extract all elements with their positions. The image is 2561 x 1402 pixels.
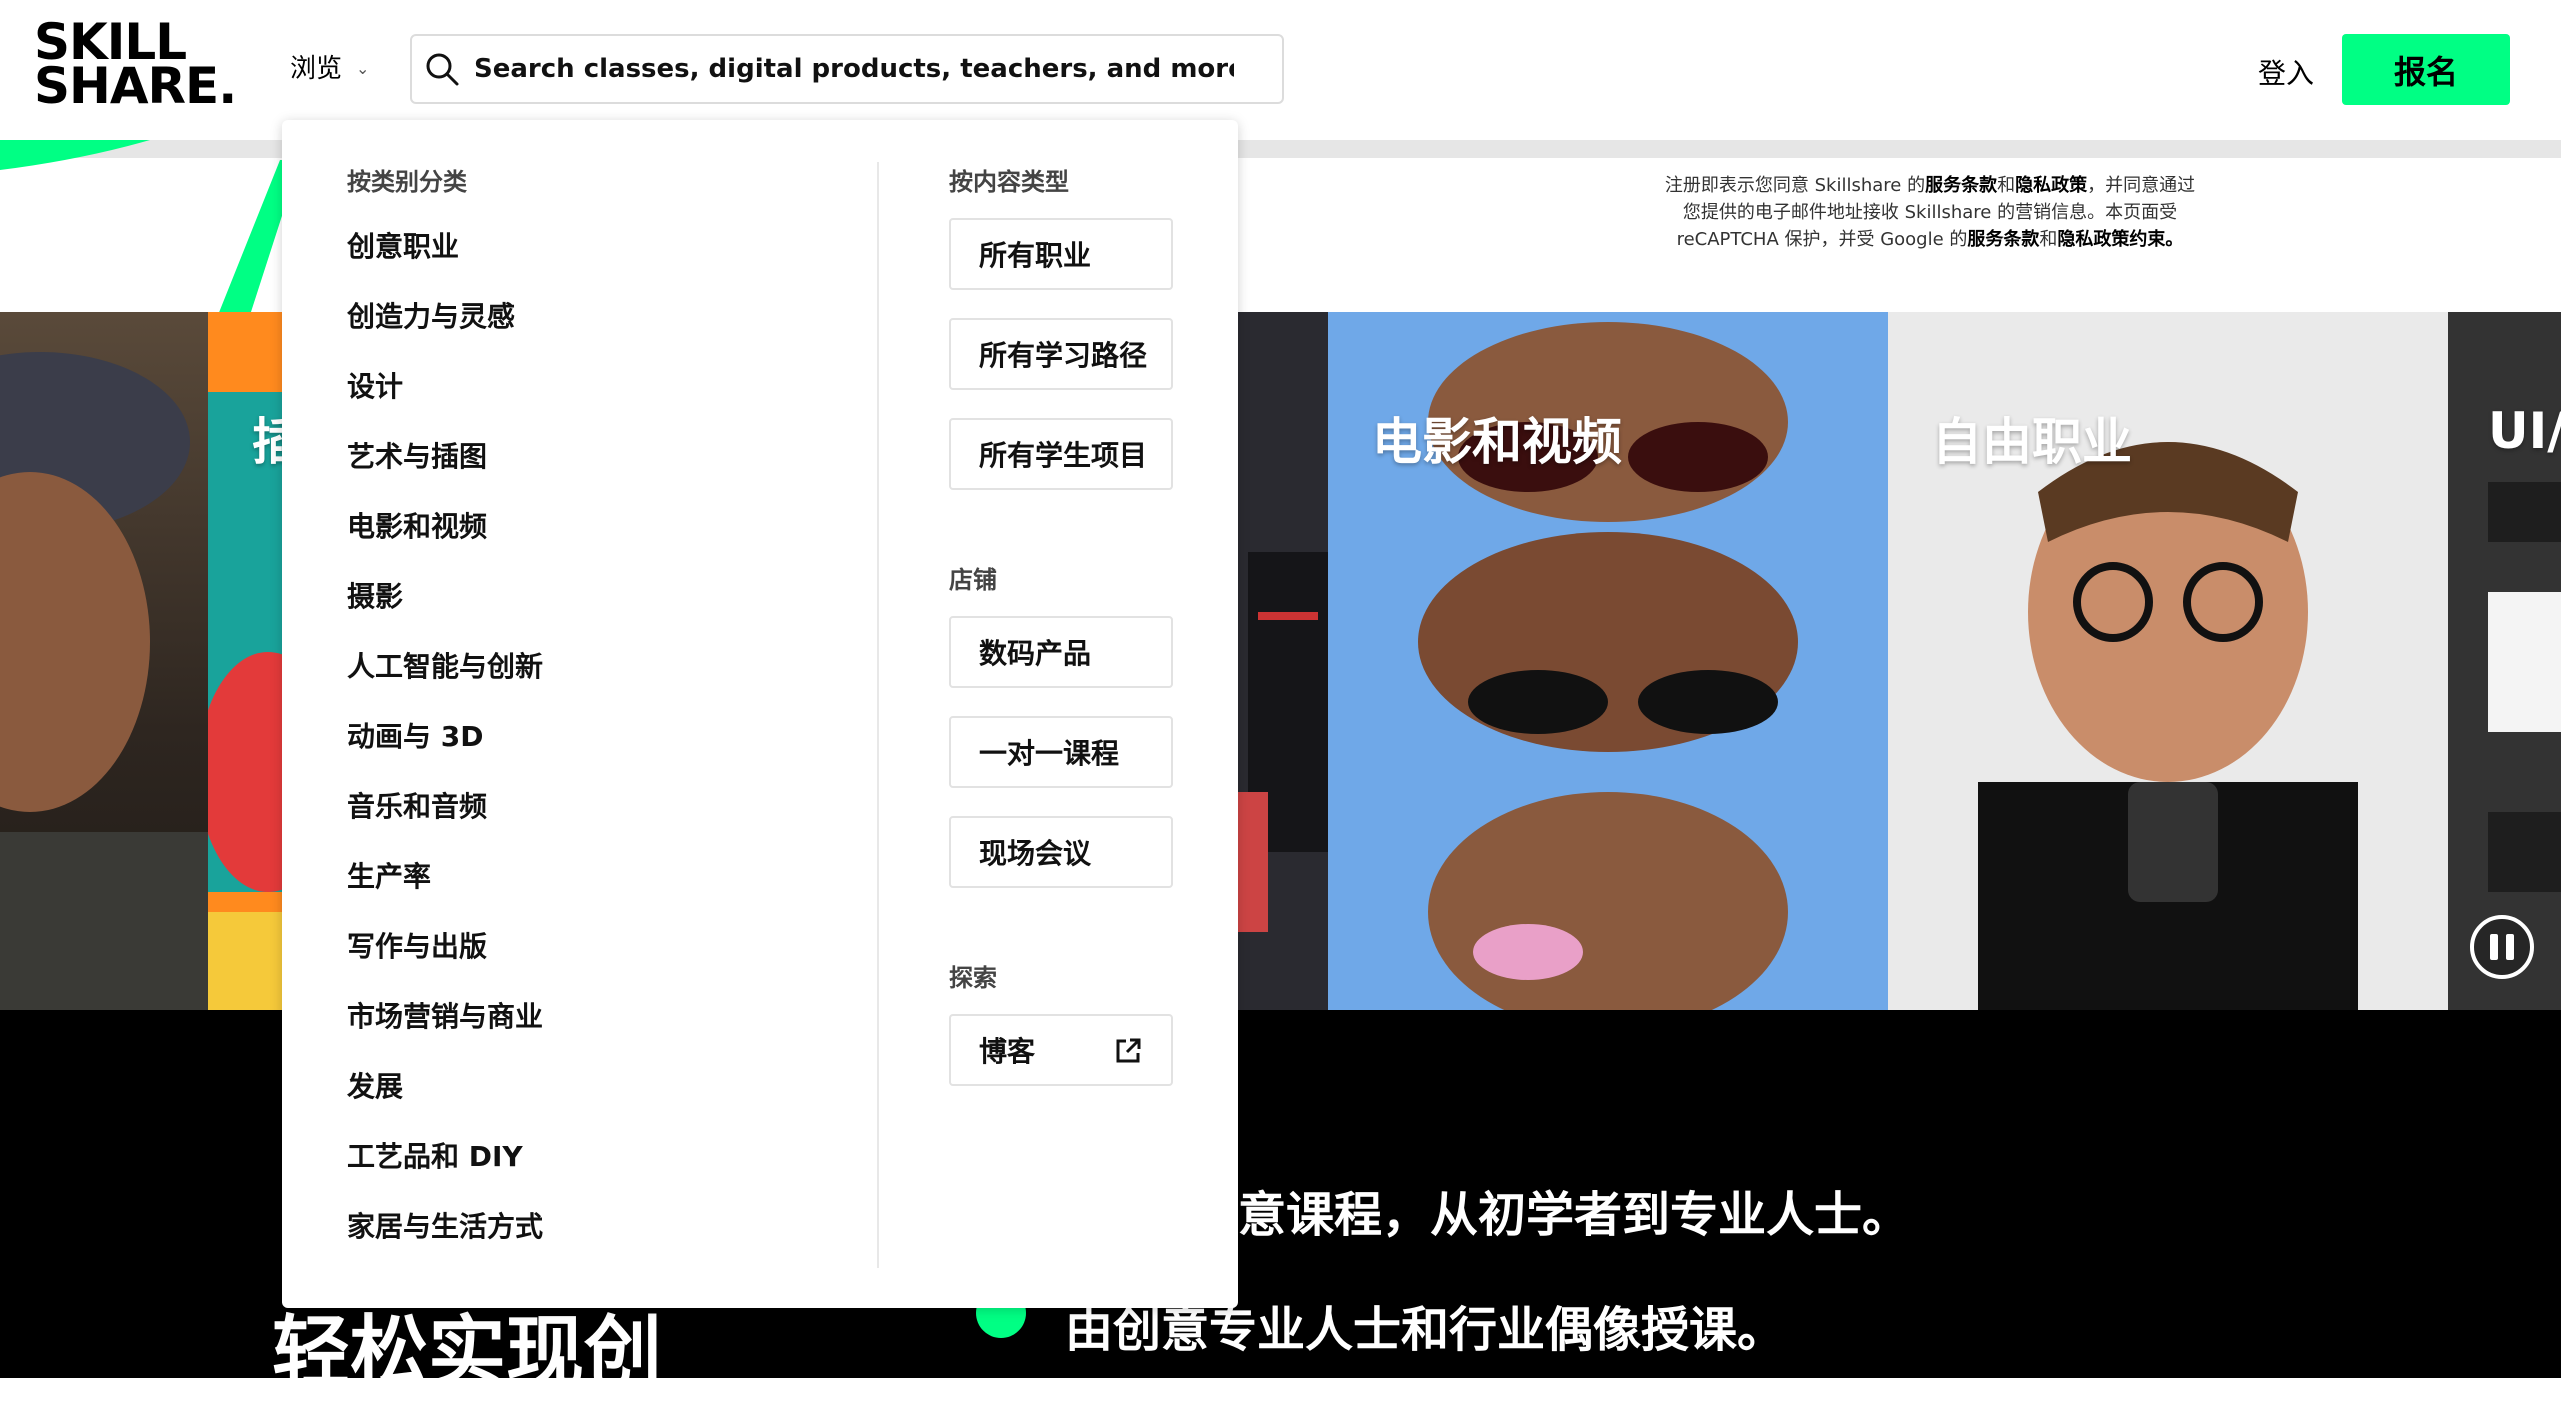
category-item[interactable]: 工艺品和 DIY xyxy=(347,1142,543,1212)
browse-label: 浏览 xyxy=(290,54,343,84)
content-type-title: 按内容类型 xyxy=(949,168,1069,196)
category-tile-ui[interactable]: UI/ xyxy=(2448,312,2561,1010)
site-header: SKILL SHARE. 浏览 ⌄ 登入 报名 xyxy=(0,0,2561,140)
category-tile-film-video[interactable]: 电影和视频 xyxy=(1328,312,1888,1010)
tile-label-film-video: 电影和视频 xyxy=(1372,413,1622,471)
category-item[interactable]: 家居与生活方式 xyxy=(347,1212,543,1282)
category-item[interactable]: 设计 xyxy=(347,372,543,442)
category-tile-1[interactable] xyxy=(0,312,208,1010)
column-divider xyxy=(877,162,879,1268)
browse-dropdown: 按类别分类 创意职业 创造力与灵感 设计 艺术与插图 电影和视频 摄影 人工智能… xyxy=(282,120,1238,1308)
chevron-down-icon: ⌄ xyxy=(356,58,370,78)
content-type-button[interactable]: 所有学生项目 xyxy=(949,418,1173,490)
store-button[interactable]: 现场会议 xyxy=(949,816,1173,888)
blog-button[interactable]: 博客 xyxy=(949,1014,1173,1086)
category-tile-freelance[interactable]: 自由职业 xyxy=(1888,312,2448,1010)
blog-label: 博客 xyxy=(979,1035,1036,1068)
browse-menu-button[interactable]: 浏览 ⌄ xyxy=(290,48,369,85)
search-icon xyxy=(426,53,459,86)
category-item[interactable]: 电影和视频 xyxy=(347,512,543,582)
explore-title: 探索 xyxy=(949,964,997,992)
category-item[interactable]: 市场营销与商业 xyxy=(347,1002,543,1072)
category-tile-3[interactable] xyxy=(1238,312,1328,1010)
categories-title: 按类别分类 xyxy=(347,168,467,196)
google-privacy-link[interactable]: 隐私政策约束。 xyxy=(2057,229,2183,250)
device-photo xyxy=(1238,312,1328,1010)
store-title: 店铺 xyxy=(949,566,997,594)
pause-button[interactable] xyxy=(2470,915,2534,979)
privacy-link[interactable]: 隐私政策 xyxy=(2015,175,2087,196)
category-item[interactable]: 音乐和音频 xyxy=(347,792,543,862)
content-type-button[interactable]: 所有职业 xyxy=(949,218,1173,290)
category-item[interactable]: 创意职业 xyxy=(347,232,543,302)
person-photo-1 xyxy=(0,352,208,1010)
signup-button[interactable]: 报名 xyxy=(2342,34,2510,105)
search-bar[interactable] xyxy=(410,34,1284,104)
content-type-button[interactable]: 所有学习路径 xyxy=(949,318,1173,390)
store-button[interactable]: 数码产品 xyxy=(949,616,1173,688)
external-link-icon xyxy=(1116,1038,1141,1063)
category-item[interactable]: 摄影 xyxy=(347,582,543,652)
store-button[interactable]: 一对一课程 xyxy=(949,716,1173,788)
feature-item-1: 创意课程，从初学者到专业人士。 xyxy=(1190,1187,1911,1243)
terms-link[interactable]: 服务条款 xyxy=(1925,175,1997,196)
category-item[interactable]: 写作与出版 xyxy=(347,932,543,1002)
login-link[interactable]: 登入 xyxy=(2258,52,2314,92)
tile-label-freelance: 自由职业 xyxy=(1932,413,2132,471)
category-item[interactable]: 生产率 xyxy=(347,862,543,932)
category-item[interactable]: 艺术与插图 xyxy=(347,442,543,512)
google-terms-link[interactable]: 服务条款 xyxy=(1967,229,2039,250)
category-list: 创意职业 创造力与灵感 设计 艺术与插图 电影和视频 摄影 人工智能与创新 动画… xyxy=(347,232,543,1282)
category-item[interactable]: 创造力与灵感 xyxy=(347,302,543,372)
skillshare-logo[interactable]: SKILL SHARE. xyxy=(34,17,237,120)
category-item[interactable]: 发展 xyxy=(347,1072,543,1142)
tile-label-ui: UI/ xyxy=(2488,402,2561,460)
search-input[interactable] xyxy=(472,53,1236,85)
category-item[interactable]: 人工智能与创新 xyxy=(347,652,543,722)
pause-icon xyxy=(2490,934,2498,960)
green-swoosh-decoration xyxy=(0,140,300,315)
category-item[interactable]: 动画与 3D xyxy=(347,722,543,792)
signup-legal-text: 注册即表示您同意 Skillshare 的服务条款和隐私政策，并同意通过 您提供… xyxy=(1664,175,2196,250)
